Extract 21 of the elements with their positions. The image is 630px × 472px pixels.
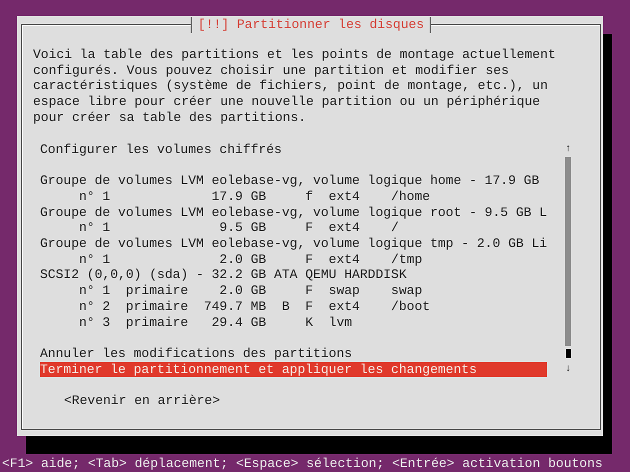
back-button[interactable]: <Revenir en arrière> bbox=[64, 392, 220, 408]
list-item[interactable]: Configurer les volumes chiffrés bbox=[40, 142, 548, 158]
list-item[interactable]: Groupe de volumes LVM eolebase-vg, volume logique tmp - 2.0 GB Li bbox=[40, 236, 548, 252]
list-item[interactable]: n° 1 17.9 GB f ext4 /home bbox=[40, 188, 548, 205]
list-item[interactable]: Groupe de volumes LVM eolebase-vg, volume logique home - 17.9 GB bbox=[40, 173, 548, 189]
list-item[interactable]: n° 1 9.5 GB F ext4 / bbox=[40, 220, 548, 236]
list-item[interactable]: Terminer le partitionnement et appliquer les changements bbox=[40, 362, 548, 378]
list-item[interactable]: SCSI2 (0,0,0) (sda) - 32.2 GB ATA QEMU HARDDISK bbox=[40, 267, 548, 284]
list-item[interactable]: n° 1 2.0 GB F ext4 /tmp bbox=[40, 252, 548, 268]
list-item[interactable]: n° 3 primaire 29.4 GB K lvm bbox=[40, 314, 548, 330]
list-item[interactable]: Groupe de volumes LVM eolebase-vg, volume logique root - 9.5 GB L bbox=[40, 204, 548, 220]
list-item[interactable]: Annuler les modifications des partitions bbox=[40, 346, 548, 362]
scroll-up-arrow[interactable]: ↑ bbox=[564, 142, 572, 158]
list-item[interactable]: n° 2 primaire 749.7 MB B F ext4 /boot bbox=[40, 298, 548, 315]
scrollbar-track[interactable] bbox=[565, 157, 572, 346]
list-item[interactable]: n° 1 primaire 2.0 GB F swap swap bbox=[40, 283, 548, 299]
scrollbar-thumb[interactable] bbox=[566, 349, 571, 358]
dialog-title: [!!] Partitionner les disques bbox=[190, 17, 432, 33]
scroll-down-arrow[interactable]: ↓ bbox=[564, 362, 572, 378]
status-bar-text: <F1> aide; <Tab> déplacement; <Espace> sélection; <Entrée> activation boutons bbox=[2, 456, 603, 472]
description-text: Voici la table des partitions et les points de montage actuellement configurés. Vous pouvez choisir une partition et modifier ses caractéristiques (système de fichiers, point de montage, etc.), un espace libre pour créer une nouvelle partition ou un périphérique pour créer sa table des partitions. bbox=[33, 47, 557, 126]
